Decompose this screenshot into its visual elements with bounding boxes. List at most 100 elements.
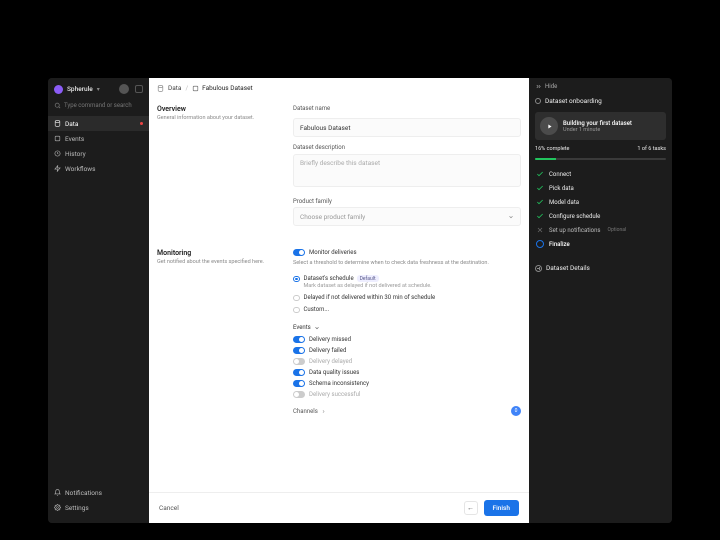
event-row: Delivery delayed [293, 356, 521, 367]
chevron-down-icon [314, 325, 320, 331]
crumb-separator: / [185, 84, 188, 92]
step-label: Pick data [549, 185, 574, 192]
command-search[interactable]: Type command or search [48, 99, 149, 113]
page-title: Fabulous Dataset [202, 84, 252, 92]
sidebar-item-notifications[interactable]: Notifications [48, 485, 149, 500]
event-label: Schema inconsistency [309, 380, 369, 387]
onboarding-step[interactable]: Model data [535, 195, 666, 209]
step-label: Model data [549, 199, 579, 206]
play-button[interactable] [540, 117, 558, 135]
sidebar-item-events[interactable]: Events [48, 131, 149, 146]
org-name: Spherule [67, 85, 93, 93]
dataset-description-input[interactable] [293, 154, 521, 187]
onboarding-title: Dataset onboarding [545, 97, 602, 105]
hide-panel-button[interactable]: Hide [535, 83, 666, 90]
monitor-deliveries-toggle[interactable] [293, 249, 305, 256]
sidebar-item-data[interactable]: Data [48, 116, 149, 131]
section-description: Get notified about the events specified … [157, 259, 279, 266]
field-label: Dataset name [293, 105, 521, 112]
onboarding-steps: Connect Pick data Model data Configure sche… [535, 167, 666, 251]
org-switcher[interactable]: Spherule ▾ [48, 84, 149, 99]
onboarding-header[interactable]: Dataset onboarding [535, 94, 666, 108]
onboarding-card[interactable]: Building your first dataset Under 1 minu… [535, 112, 666, 140]
radio-sublabel: Mark dataset as delayed if not delivered… [304, 283, 432, 289]
tasks-count: 1 of 6 tasks [637, 146, 666, 152]
card-title: Building your first dataset [563, 120, 632, 127]
radio-label: Dataset's schedule [304, 275, 354, 282]
finish-button[interactable]: Finish [484, 500, 519, 516]
radio-option[interactable]: Dataset's scheduleDefault Mark dataset a… [293, 275, 521, 289]
sidebar-item-history[interactable]: History [48, 146, 149, 161]
event-label: Delivery delayed [309, 358, 352, 365]
radio-option[interactable]: Delayed if not delivered within 30 min o… [293, 294, 521, 301]
radio-option[interactable]: Custom... [293, 306, 521, 313]
card-subtitle: Under 1 minute [563, 127, 632, 133]
progress-bar [535, 158, 666, 160]
sidebar-item-label: Settings [65, 504, 89, 512]
step-label: Set up notifications [549, 227, 601, 234]
back-button[interactable]: ← [464, 501, 478, 515]
onboarding-step[interactable]: Pick data [535, 181, 666, 195]
main-panel: Data / Fabulous Dataset Overview General… [149, 78, 529, 523]
dataset-name-input[interactable] [293, 118, 521, 137]
toggle-label: Monitor deliveries [309, 249, 357, 256]
event-row: Delivery missed [293, 334, 521, 345]
onboarding-step[interactable]: Set up notifications Optional [535, 223, 666, 237]
collapse-icon [535, 83, 542, 90]
breadcrumb: Data / Fabulous Dataset [149, 78, 529, 97]
crumb-root[interactable]: Data [168, 84, 181, 92]
check-icon [536, 198, 544, 206]
optional-tag: Optional [608, 227, 627, 233]
event-label: Delivery successful [309, 391, 360, 398]
search-placeholder: Type command or search [64, 102, 132, 109]
event-toggle[interactable] [293, 358, 305, 365]
event-toggle[interactable] [293, 380, 305, 387]
panel-toggle-icon[interactable] [135, 85, 143, 93]
database-icon [157, 85, 164, 92]
event-row: Delivery successful [293, 389, 521, 400]
radio-label: Custom... [304, 306, 330, 313]
event-toggle[interactable] [293, 369, 305, 376]
step-label: Connect [549, 171, 571, 178]
event-toggle[interactable] [293, 347, 305, 354]
event-row: Delivery failed [293, 345, 521, 356]
progress-label: 16% complete [535, 146, 569, 152]
channel-count-badge: 0 [511, 406, 521, 416]
org-logo [54, 85, 63, 94]
sidebar-item-settings[interactable]: Settings [48, 500, 149, 515]
check-icon [536, 170, 544, 178]
search-icon [54, 102, 61, 109]
event-row: Schema inconsistency [293, 378, 521, 389]
section-title: Overview [157, 105, 279, 113]
radio-icon [293, 276, 300, 283]
product-family-select[interactable]: Choose product family [293, 207, 521, 226]
left-sidebar: Spherule ▾ Type command or search Data E… [48, 78, 149, 523]
event-toggle[interactable] [293, 391, 305, 398]
event-label: Delivery missed [309, 336, 351, 343]
circle-icon [535, 98, 541, 104]
onboarding-step[interactable]: Connect [535, 167, 666, 181]
bell-icon [54, 489, 61, 496]
sidebar-item-workflows[interactable]: Workflows [48, 161, 149, 176]
dataset-details-header[interactable]: Dataset Details [535, 255, 666, 272]
section-monitoring: Monitoring Get notified about the events… [157, 241, 521, 426]
plus-icon [535, 265, 542, 272]
events-section-header[interactable]: Events [293, 324, 521, 331]
channels-row[interactable]: Channels 0 [293, 400, 521, 418]
sidebar-item-label: Workflows [65, 165, 96, 173]
section-overview: Overview General information about your … [157, 97, 521, 241]
square-icon [54, 135, 61, 142]
x-icon [536, 226, 544, 234]
sidebar-nav: Data Events History Workflows [48, 113, 149, 179]
details-label: Dataset Details [546, 264, 590, 272]
field-label: Product family [293, 198, 521, 205]
onboarding-step[interactable]: Configure schedule [535, 209, 666, 223]
event-toggle[interactable] [293, 336, 305, 343]
onboarding-step[interactable]: Finalize [535, 237, 666, 251]
avatar[interactable] [119, 84, 129, 94]
check-icon [536, 212, 544, 220]
threshold-radio-group: Dataset's scheduleDefault Mark dataset a… [293, 272, 521, 320]
cancel-button[interactable]: Cancel [159, 504, 179, 512]
select-placeholder: Choose product family [300, 213, 365, 221]
bolt-icon [54, 165, 61, 172]
